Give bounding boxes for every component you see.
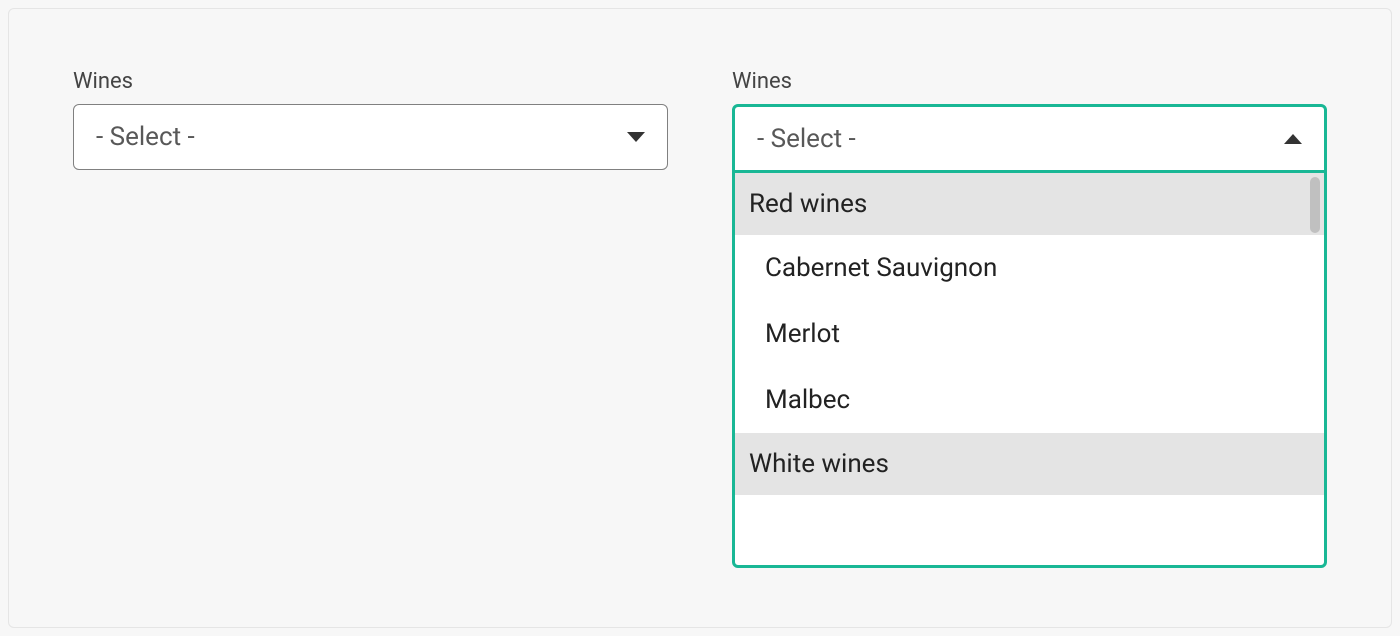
- select-wrapper-closed: - Select -: [73, 104, 668, 170]
- wines-select-closed[interactable]: - Select -: [73, 104, 668, 170]
- option-malbec[interactable]: Malbec: [735, 367, 1324, 433]
- field-group-left: Wines - Select -: [73, 69, 668, 567]
- option-cabernet-sauvignon[interactable]: Cabernet Sauvignon: [735, 235, 1324, 301]
- select-open-header[interactable]: - Select -: [735, 107, 1324, 173]
- option-merlot[interactable]: Merlot: [735, 301, 1324, 367]
- select-placeholder-open: - Select -: [757, 124, 856, 154]
- wines-select-open: - Select - Red wines Cabernet Sauvignon …: [732, 104, 1327, 568]
- select-placeholder-closed: - Select -: [96, 122, 195, 152]
- field-label-right: Wines: [732, 69, 1327, 94]
- select-wrapper-open: - Select - Red wines Cabernet Sauvignon …: [732, 104, 1327, 568]
- options-list[interactable]: Red wines Cabernet Sauvignon Merlot Malb…: [735, 173, 1324, 565]
- demo-panel: Wines - Select - Wines - Select - Red wi…: [8, 8, 1392, 628]
- field-label-left: Wines: [73, 69, 668, 94]
- field-group-right: Wines - Select - Red wines Cabernet Sauv…: [732, 69, 1327, 567]
- caret-up-icon: [1284, 134, 1302, 144]
- caret-down-icon: [627, 132, 645, 142]
- option-group-red: Red wines: [735, 173, 1324, 235]
- option-group-white: White wines: [735, 433, 1324, 495]
- scrollbar-thumb[interactable]: [1310, 177, 1320, 233]
